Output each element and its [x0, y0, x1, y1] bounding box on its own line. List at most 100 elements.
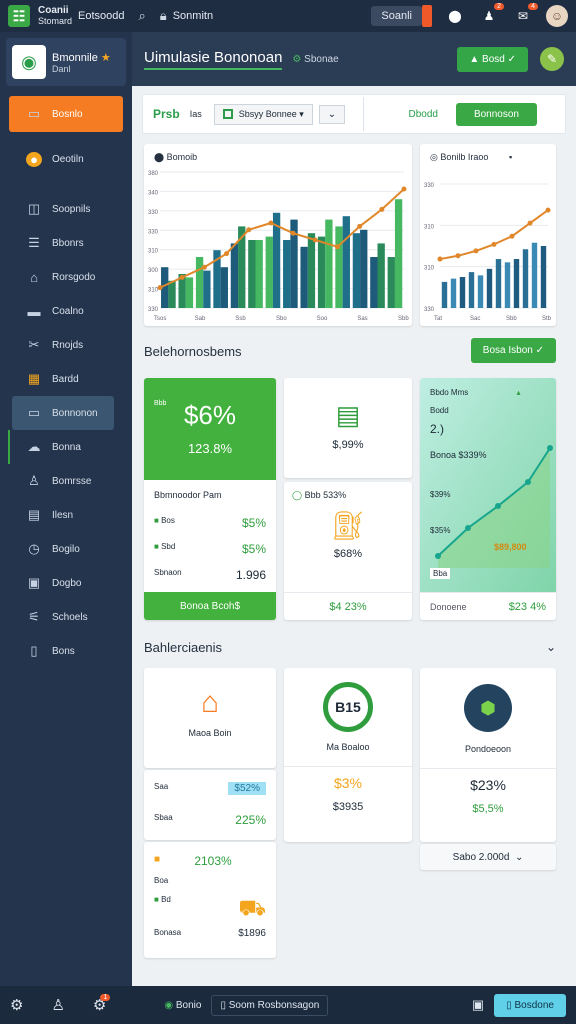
bottom-search[interactable]: ▯ Soom Rosbonsagon	[211, 994, 329, 1016]
bar	[377, 243, 385, 308]
item-3-select[interactable]: Sabo 2.000d ⌄	[420, 844, 556, 870]
trend-point	[437, 256, 443, 262]
header-action-button[interactable]: ▲ Bosd ✓	[457, 46, 528, 72]
item-2-name: Ma Boaloo	[326, 742, 370, 752]
sidebar-item-7[interactable]: ▦ Bardd	[0, 362, 132, 396]
item-1-name: Maoa Boin	[188, 728, 232, 738]
kpi-2-footer[interactable]: $4 23%	[284, 592, 412, 620]
avatar[interactable]: ☺	[546, 5, 568, 27]
settings-icon[interactable]: ⚙	[10, 996, 23, 1014]
brand-icon: ◉	[12, 45, 46, 79]
bar	[450, 278, 457, 308]
edit-icon[interactable]: ✎	[540, 47, 564, 71]
trend-point	[455, 253, 461, 259]
apply-button[interactable]: Bonnoson	[455, 102, 537, 126]
sidebar-item-13[interactable]: ▣ Dogbo	[0, 566, 132, 600]
database-icon: ◫	[27, 201, 41, 216]
brand-subtitle: Danl	[52, 63, 71, 74]
section-2-title: Bahlerciaenis	[144, 640, 223, 655]
trend-point	[201, 264, 207, 270]
bottom-search-label: Soom Rosbonsagon	[228, 999, 320, 1011]
y-tick-label: 310	[424, 224, 435, 230]
kpi-3-footer[interactable]: Donoene $23 4%	[420, 592, 556, 620]
window-icon[interactable]: ▣	[472, 997, 484, 1013]
sidebar-item-5[interactable]: ▬ Coalno	[0, 294, 132, 328]
y-tick-label: 300	[148, 268, 159, 274]
alert-marker-icon	[422, 5, 432, 27]
filter-select[interactable]: Sbsyy Bonnee ▾	[213, 103, 313, 125]
brand-title: Bmonnile	[52, 51, 98, 64]
kpi-1-row-1-label: Bos	[161, 516, 175, 525]
header-link[interactable]: ⚙ Sbonae	[292, 54, 338, 65]
filter-right-label[interactable]: Dbodd	[408, 109, 437, 120]
save-icon: ▣	[27, 575, 41, 590]
item-card-1[interactable]: ⌂ Maoa Boin	[144, 668, 276, 768]
kpi-1-sub: Bbmnoodor Pam	[154, 490, 222, 500]
search-button[interactable]: Soanli	[371, 6, 422, 26]
square-icon: ■	[154, 516, 159, 525]
bottom-status[interactable]: ◉ Bonio	[164, 1000, 201, 1011]
sidebar-item-8[interactable]: ▭ Bonnonon	[12, 396, 114, 430]
chevron-down-icon[interactable]: ⌄	[546, 640, 556, 654]
bar	[441, 281, 448, 308]
item-card-3[interactable]: ⬢ Pondoeoon $23% $5,5%	[420, 668, 556, 842]
sidebar-item-0[interactable]: ▭ Bosnlo	[9, 96, 123, 132]
sidebar-item-4[interactable]: ⌂ Rorsgodo	[0, 260, 132, 294]
sidebar-item-15[interactable]: ▯ Bons	[0, 634, 132, 668]
sidebar-item-label: Rnojds	[52, 339, 84, 351]
trend-point	[527, 220, 533, 226]
trend-point	[357, 223, 363, 229]
sidebar-item-10[interactable]: ♙ Bomrsse	[0, 464, 132, 498]
search-icon[interactable]: ⌕	[139, 8, 146, 24]
sidebar-item-label: Bomrsse	[52, 475, 92, 487]
kpi-card-2b[interactable]: ◯ Bbb 533% ⛽︎ $68% $4 23%	[284, 482, 412, 620]
item-1-b: Sbaa	[154, 813, 173, 822]
kpi-card-1[interactable]: Bbb $6% 123.8% Bbmnoodor Pam ■ Bos $5% ■ …	[144, 378, 276, 620]
item-2-logo: B15	[323, 682, 373, 732]
kpi-card-2a[interactable]: ▤ $,99%	[284, 378, 412, 478]
sidebar-item-6[interactable]: ✂ Rnojds	[0, 328, 132, 362]
gear-icon[interactable]: ⚙ 1	[93, 994, 111, 1014]
sidebar-item-11[interactable]: ▤ Ilesn	[0, 498, 132, 532]
sidebar-item-9[interactable]: ☁ Bonna	[8, 430, 132, 464]
message-badge: 4	[528, 3, 538, 10]
workspace-selector[interactable]: Sonmitn	[173, 10, 213, 22]
notification-icon[interactable]: ♟ 2	[478, 3, 504, 27]
sidebar-item-14[interactable]: ⚟ Schoels	[0, 600, 132, 634]
bar	[495, 259, 502, 308]
sidebar-item-12[interactable]: ◷ Bogilo	[0, 532, 132, 566]
sidebar-item-3[interactable]: ☰ Bbonrs	[0, 226, 132, 260]
message-icon[interactable]: ✉ 4	[512, 3, 538, 27]
kpi-1-footer[interactable]: Bonoa Bcoh$	[144, 592, 276, 620]
sidebar-item-2[interactable]: ◫ Soopnils	[0, 192, 132, 226]
section-1-button[interactable]: Bosa Isbon ✓	[470, 338, 556, 363]
spreadsheet-logo-icon[interactable]: ☷	[8, 5, 30, 27]
sidebar-item-1[interactable]: ● Oeotiln	[0, 142, 132, 176]
bottom-action-button[interactable]: ▯ Bosdone	[494, 993, 566, 1017]
item-card-2[interactable]: B15 Ma Boaloo $3% $3935	[284, 668, 412, 842]
app-line2: Stomard	[38, 16, 73, 26]
chevron-down-icon[interactable]: ⌄	[318, 104, 346, 124]
sidebar-item-label: Soopnils	[52, 203, 91, 215]
bar	[307, 233, 316, 308]
bar	[370, 257, 378, 308]
brand-card[interactable]: ◉ Bmonnile ★ Danl	[6, 38, 126, 86]
item-2-v1: $3%	[333, 775, 363, 791]
sidebar-item-label: Bosnlo	[52, 108, 83, 120]
kpi-card-3[interactable]: Bbdo Mms ▴ Bodd 2.) Bonoa $339% $39% $35…	[420, 378, 556, 620]
y-tick-label: 330	[148, 229, 159, 235]
bar	[540, 246, 547, 308]
workspace-name[interactable]: Eotsoodd	[78, 10, 124, 22]
user-icon[interactable]: ♙	[51, 996, 64, 1014]
home-icon: ⌂	[30, 269, 38, 285]
trend-point	[401, 186, 407, 192]
location-icon[interactable]: ⬤	[444, 5, 466, 27]
more-icon[interactable]: ▪	[509, 152, 512, 162]
bar	[335, 226, 343, 308]
trend-point	[334, 244, 340, 250]
y-tick-label: 330	[148, 210, 159, 216]
notification-badge: 2	[494, 3, 504, 10]
trend-point	[290, 230, 296, 236]
kpi-1-head: Bbb $6% 123.8%	[144, 378, 276, 480]
sidebar-item-label: Bogilo	[52, 543, 80, 555]
